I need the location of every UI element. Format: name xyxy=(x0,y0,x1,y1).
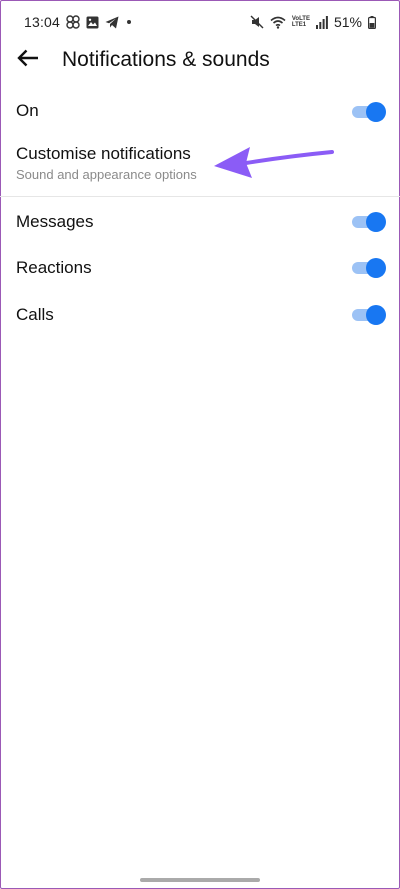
toggle-reactions[interactable] xyxy=(352,258,386,278)
toggle-knob xyxy=(366,102,386,122)
setting-row-calls[interactable]: Calls xyxy=(0,295,400,335)
section-divider xyxy=(0,196,400,197)
setting-row-customise[interactable]: Customise notifications Sound and appear… xyxy=(0,140,400,190)
battery-icon xyxy=(368,15,376,29)
telegram-icon xyxy=(105,16,119,29)
toggle-calls[interactable] xyxy=(352,305,386,325)
home-indicator[interactable] xyxy=(140,878,260,882)
setting-row-messages[interactable]: Messages xyxy=(0,202,400,242)
setting-row-on[interactable]: On xyxy=(0,92,400,132)
toggle-knob xyxy=(366,212,386,232)
battery-percent: 51% xyxy=(333,14,362,30)
wifi-icon xyxy=(270,16,286,29)
network-type-label: VoLTE LTE1 xyxy=(292,16,310,28)
status-right: VoLTE LTE1 51% xyxy=(250,14,376,30)
back-arrow-icon xyxy=(17,49,39,72)
setting-label-calls: Calls xyxy=(16,305,54,324)
page-title: Notifications & sounds xyxy=(62,48,270,71)
signal-icon xyxy=(315,15,328,29)
back-button[interactable] xyxy=(14,46,42,74)
setting-label-customise: Customise notifications xyxy=(16,144,191,163)
setting-label-reactions: Reactions xyxy=(16,258,92,277)
app-bar: Notifications & sounds xyxy=(0,40,400,80)
toggle-on[interactable] xyxy=(352,102,386,122)
setting-row-reactions[interactable]: Reactions xyxy=(0,248,400,288)
setting-subtitle-customise: Sound and appearance options xyxy=(16,167,197,182)
screen-frame xyxy=(0,0,400,889)
status-time: 13:04 xyxy=(24,14,61,30)
mute-icon xyxy=(250,15,264,29)
toggle-knob xyxy=(366,258,386,278)
notification-dot-icon xyxy=(127,20,132,24)
lte-label: LTE1 xyxy=(291,22,307,28)
gallery-icon xyxy=(86,16,99,29)
toggle-knob xyxy=(366,305,386,325)
status-left: 13:04 xyxy=(24,14,132,30)
setting-label-messages: Messages xyxy=(16,212,94,231)
annotation-arrow-icon xyxy=(210,138,340,182)
status-bar: 13:04 VoLTE LTE1 51% xyxy=(0,0,400,44)
pinwheel-icon xyxy=(66,15,80,29)
toggle-messages[interactable] xyxy=(352,212,386,232)
setting-label-on: On xyxy=(16,101,39,120)
